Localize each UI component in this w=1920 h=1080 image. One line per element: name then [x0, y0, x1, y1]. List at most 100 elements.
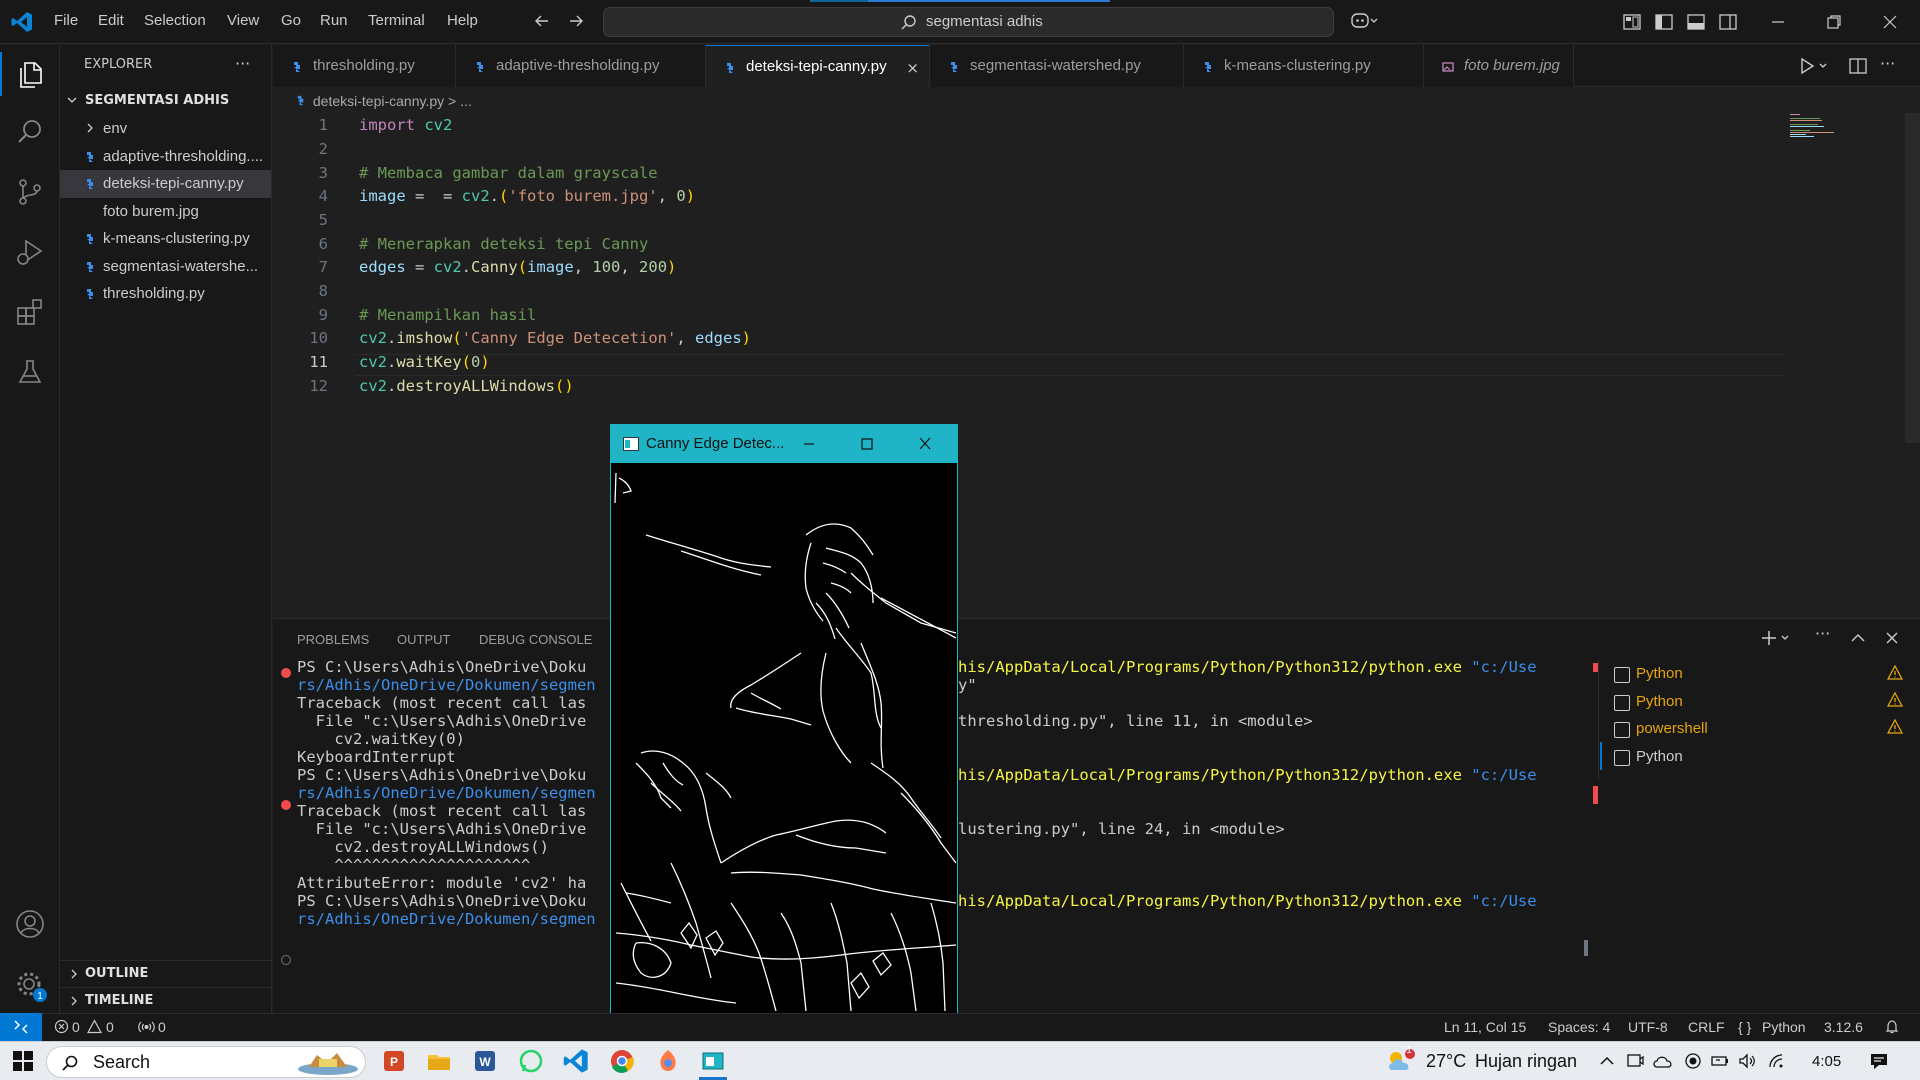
breadcrumb[interactable]: deteksi-tepi-canny.py > ... [295, 93, 472, 109]
close-panel-icon[interactable] [1882, 628, 1902, 648]
source-control-icon[interactable] [14, 176, 46, 208]
editor-scrollbar[interactable] [1905, 113, 1920, 443]
menu-help[interactable]: Help [447, 12, 478, 32]
taskbar-search[interactable]: Search [46, 1046, 366, 1078]
terminal-scrollbar[interactable] [1584, 940, 1588, 956]
warnings-count[interactable]: 0 [106, 1019, 114, 1035]
toggle-secondary-sidebar-icon[interactable] [1718, 12, 1738, 32]
toggle-panel-icon[interactable] [1686, 12, 1706, 32]
wifi-icon[interactable] [1766, 1052, 1786, 1070]
canny-maximize-icon[interactable] [855, 433, 879, 455]
indentation[interactable]: Spaces: 4 [1548, 1019, 1610, 1035]
canny-minimize-icon[interactable] [797, 433, 821, 455]
ports-icon[interactable] [138, 1019, 155, 1034]
tab-deteksi-tepi-canny[interactable]: deteksi-tepi-canny.py × [706, 45, 930, 87]
tree-item-foto-burem[interactable]: foto burem.jpg [60, 198, 271, 226]
errors-icon[interactable] [54, 1019, 69, 1034]
paint-app-icon[interactable] [654, 1047, 682, 1075]
command-center-search[interactable]: segmentasi adhis [603, 7, 1334, 37]
warning-icon[interactable] [1887, 719, 1903, 735]
tab-foto-burem[interactable]: foto burem.jpg [1424, 45, 1574, 87]
minimap[interactable] [1790, 113, 1838, 143]
language-mode[interactable]: Python [1762, 1019, 1806, 1035]
nav-back-icon[interactable] [532, 11, 552, 31]
testing-flask-icon[interactable] [14, 356, 46, 388]
onedrive-cloud-icon[interactable] [1652, 1052, 1674, 1070]
minimize-icon[interactable] [1766, 10, 1790, 34]
tree-item-segmentasi-watershed[interactable]: segmentasi-watershe... [60, 253, 271, 281]
close-window-icon[interactable] [1878, 10, 1902, 34]
warning-icon[interactable] [1887, 692, 1903, 708]
timeline-section[interactable]: TIMELINE [60, 987, 271, 1013]
canny-close-icon[interactable] [913, 433, 937, 455]
python-version[interactable]: 3.12.6 [1824, 1019, 1863, 1035]
powerpoint-app-icon[interactable]: P [380, 1047, 408, 1075]
notification-center-icon[interactable] [1868, 1050, 1890, 1072]
chevron-down-icon[interactable] [66, 94, 78, 106]
menu-selection[interactable]: Selection [144, 12, 206, 32]
close-tab-icon[interactable]: × [906, 59, 919, 77]
tree-item-deteksi-tepi-canny[interactable]: deteksi-tepi-canny.py [60, 170, 271, 198]
battery-icon[interactable] [1710, 1052, 1730, 1070]
manage-gear-icon[interactable]: 1 [14, 969, 47, 1002]
cursor-position[interactable]: Ln 11, Col 15 [1444, 1019, 1526, 1035]
copilot-icon[interactable] [1350, 10, 1378, 30]
vscode-app-icon[interactable] [562, 1047, 590, 1075]
panel-tab-problems[interactable]: PROBLEMS [297, 632, 369, 647]
search-activity-icon[interactable] [14, 116, 46, 148]
tab-thresholding[interactable]: thresholding.py [273, 45, 456, 87]
weather-cloud-icon[interactable] [1384, 1048, 1420, 1076]
explorer-more-actions[interactable]: ··· [235, 54, 250, 73]
extensions-icon[interactable] [14, 296, 46, 328]
tree-item-adaptive-thresholding[interactable]: adaptive-thresholding.... [60, 143, 271, 171]
maximize-panel-icon[interactable] [1848, 628, 1868, 648]
tab-k-means-clustering[interactable]: k-means-clustering.py [1184, 45, 1424, 87]
remote-indicator[interactable] [0, 1013, 42, 1041]
menu-edit[interactable]: Edit [98, 12, 124, 32]
editor-more-actions[interactable]: ··· [1880, 54, 1895, 73]
errors-count[interactable]: 0 [72, 1019, 80, 1035]
encoding[interactable]: UTF-8 [1628, 1019, 1668, 1035]
warning-icon[interactable] [1887, 665, 1903, 681]
panel-tab-output[interactable]: OUTPUT [397, 632, 450, 647]
outline-section[interactable]: OUTLINE [60, 960, 271, 986]
panel-more-actions[interactable]: ··· [1815, 624, 1830, 643]
new-terminal-icon[interactable] [1760, 628, 1794, 648]
menu-file[interactable]: File [54, 12, 78, 32]
ports-count[interactable]: 0 [158, 1019, 166, 1035]
nav-forward-icon[interactable] [566, 11, 586, 31]
notifications-bell-icon[interactable] [1884, 1019, 1900, 1035]
canny-output-window[interactable]: Canny Edge Detec... [610, 424, 958, 1014]
menu-view[interactable]: View [227, 12, 259, 32]
panel-tab-debug-console[interactable]: DEBUG CONSOLE [479, 632, 592, 647]
screen-share-icon[interactable] [1626, 1052, 1644, 1070]
menu-run[interactable]: Run [320, 12, 348, 32]
weather-temperature[interactable]: 27°C [1426, 1051, 1466, 1072]
run-python-icon[interactable] [1798, 56, 1832, 76]
weather-description[interactable]: Hujan ringan [1475, 1051, 1577, 1072]
account-icon[interactable] [14, 908, 46, 940]
record-icon[interactable] [1684, 1052, 1702, 1070]
toggle-sidebar-icon[interactable] [1654, 12, 1674, 32]
show-hidden-icons-icon[interactable] [1598, 1052, 1616, 1070]
customize-layout-icon[interactable] [1622, 12, 1642, 32]
split-editor-icon[interactable] [1848, 56, 1868, 76]
command-idle-icon[interactable] [281, 955, 291, 965]
file-explorer-app-icon[interactable] [425, 1047, 453, 1075]
tree-item-thresholding[interactable]: thresholding.py [60, 280, 271, 308]
line-ending[interactable]: CRLF [1688, 1019, 1725, 1035]
workspace-folder-title[interactable]: SEGMENTASI ADHIS [85, 93, 229, 108]
chrome-app-icon[interactable] [608, 1047, 636, 1075]
warnings-icon[interactable] [87, 1019, 102, 1034]
windows-start-icon[interactable] [12, 1050, 34, 1072]
python-window-app-icon[interactable] [699, 1047, 727, 1075]
whatsapp-app-icon[interactable] [517, 1047, 545, 1075]
volume-icon[interactable] [1738, 1052, 1758, 1070]
restore-icon[interactable] [1822, 10, 1846, 34]
explorer-files-icon[interactable] [14, 58, 46, 90]
clock-time[interactable]: 4:05 [1812, 1053, 1841, 1070]
menu-terminal[interactable]: Terminal [368, 12, 425, 32]
tree-item-k-means-clustering[interactable]: k-means-clustering.py [60, 225, 271, 253]
tree-item-env[interactable]: env [60, 115, 271, 143]
command-error-icon[interactable] [281, 668, 291, 678]
